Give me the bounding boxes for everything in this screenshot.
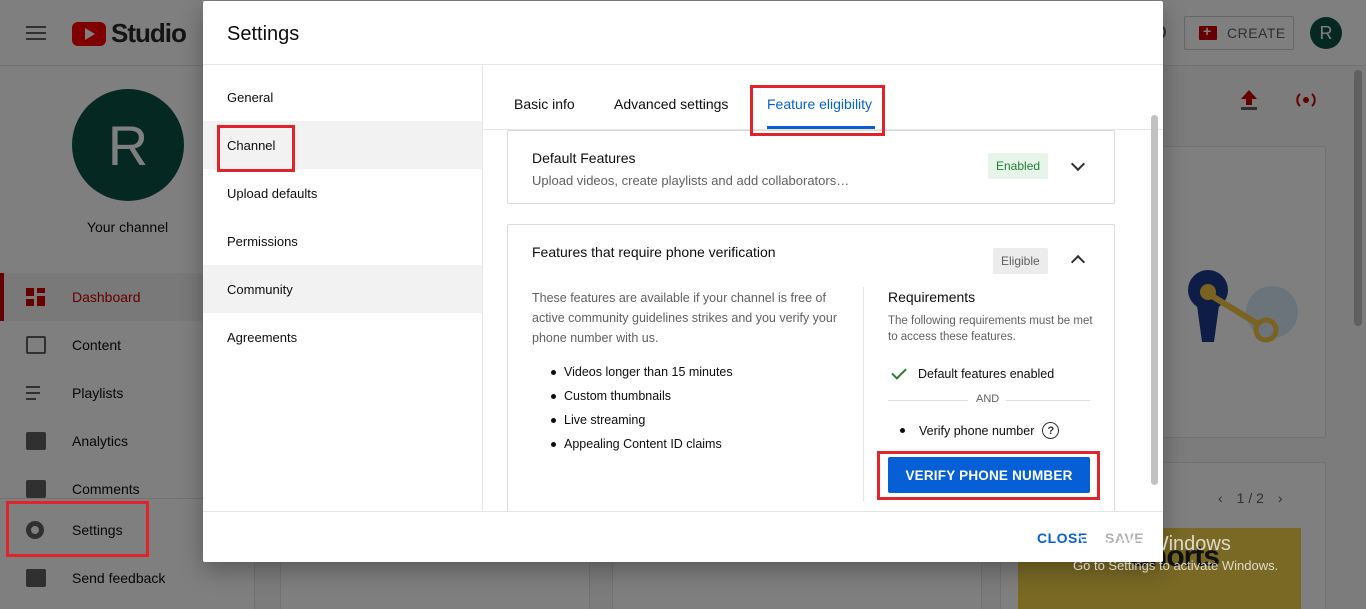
requirement-verify-phone: Verify phone number ?	[900, 422, 1060, 439]
requirement-label: Verify phone number	[919, 423, 1035, 438]
settings-nav-upload-defaults[interactable]: Upload defaults	[203, 169, 482, 217]
requirements-subtitle: The following requirements must be met t…	[888, 315, 1093, 343]
tab-advanced-settings[interactable]: Advanced settings	[614, 96, 728, 112]
settings-nav-permissions[interactable]: Permissions	[203, 217, 482, 265]
chevron-down-icon[interactable]	[1070, 156, 1086, 172]
eligible-badge: Eligible	[993, 248, 1048, 274]
watermark-line2: Go to Settings to activate Windows.	[1073, 558, 1279, 573]
requirement-label: Default features enabled	[918, 367, 1055, 381]
list-item: Live streaming	[548, 408, 848, 432]
default-features-card[interactable]: Default Features Upload videos, create p…	[507, 130, 1115, 204]
phone-features-list: Videos longer than 15 minutes Custom thu…	[548, 360, 848, 456]
and-separator: AND	[888, 393, 1090, 407]
watermark-line1: Activate Windows	[1073, 533, 1231, 555]
dialog-scrollbar[interactable]	[1151, 115, 1158, 485]
checkmark-icon	[891, 364, 907, 380]
bullet-icon	[900, 428, 905, 433]
dialog-footer: CLOSE SAVE	[203, 511, 1163, 562]
settings-nav-community[interactable]: Community	[203, 265, 482, 313]
tab-basic-info[interactable]: Basic info	[514, 96, 575, 112]
phone-features-description: These features are available if your cha…	[532, 291, 837, 345]
list-item: Appealing Content ID claims	[548, 432, 848, 456]
highlight-box-verify-button	[877, 451, 1100, 500]
separator-line	[1006, 400, 1090, 401]
phone-features-title: Features that require phone verification	[532, 244, 776, 260]
help-circle-icon[interactable]: ?	[1042, 422, 1060, 439]
requirements-title: Requirements	[888, 289, 976, 305]
separator-line	[888, 400, 968, 401]
chevron-up-icon[interactable]	[1070, 254, 1086, 270]
and-label: AND	[976, 393, 1000, 405]
dialog-header: Settings	[203, 1, 1163, 65]
list-item: Custom thumbnails	[548, 384, 848, 408]
requirement-default-features: Default features enabled	[888, 364, 1055, 381]
vertical-divider	[863, 287, 864, 501]
default-features-title: Default Features	[532, 150, 636, 166]
default-features-subtitle: Upload videos, create playlists and add …	[532, 173, 850, 188]
settings-nav-agreements[interactable]: Agreements	[203, 313, 482, 361]
windows-activation-watermark: Activate Windows Go to Settings to activ…	[1073, 533, 1278, 573]
settings-nav-general[interactable]: General	[203, 73, 482, 121]
highlight-box-settings	[6, 501, 149, 557]
highlight-box-channel	[217, 125, 295, 172]
dialog-title: Settings	[227, 23, 300, 45]
enabled-badge: Enabled	[988, 153, 1049, 179]
list-item: Videos longer than 15 minutes	[548, 360, 848, 384]
highlight-box-feature-eligibility	[750, 85, 885, 136]
